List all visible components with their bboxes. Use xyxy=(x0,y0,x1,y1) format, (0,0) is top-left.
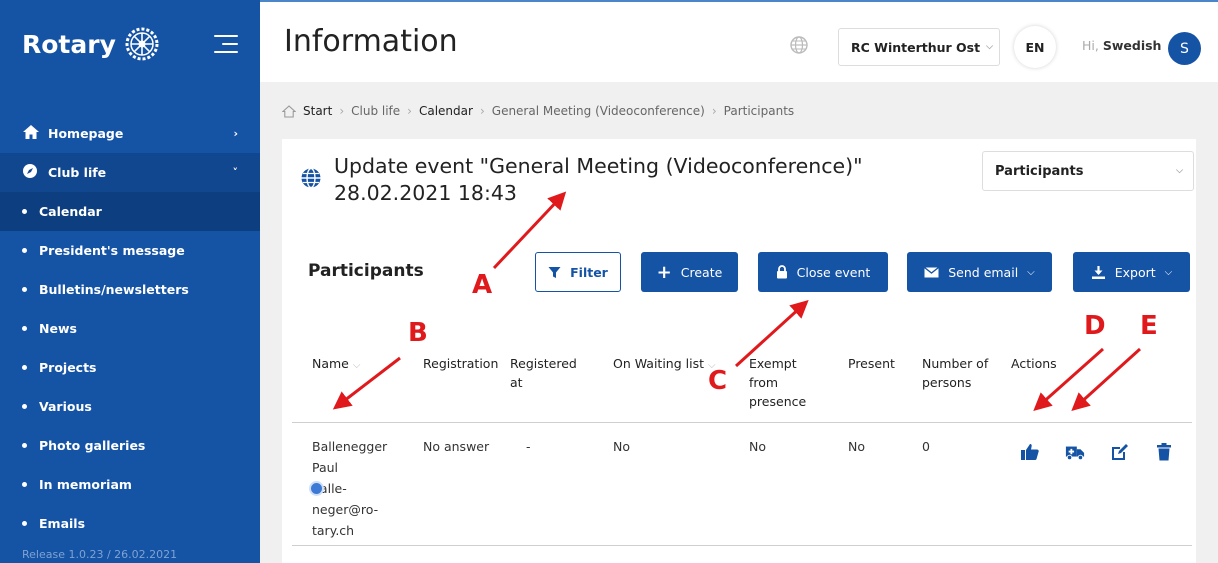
cell-persons: 0 xyxy=(922,439,930,454)
sidebar-item-homepage[interactable]: Homepage › xyxy=(0,114,260,153)
chevron-down-icon: ⌵ xyxy=(1164,266,1173,278)
sidebar-subitem-photo-galleries[interactable]: Photo galleries xyxy=(0,426,260,465)
participants-title: Participants xyxy=(308,261,424,281)
annotation-label-b: B xyxy=(408,318,428,348)
annotation-label-c: C xyxy=(708,366,728,396)
sidebar-subitem-projects[interactable]: Projects xyxy=(0,348,260,387)
language-button[interactable]: EN xyxy=(1014,26,1056,68)
annotation-label-d: D xyxy=(1084,311,1106,341)
club-select[interactable]: RC Winterthur Ost ⌵ xyxy=(838,28,1000,66)
main-content: Start › Club life › Calendar › General M… xyxy=(260,82,1218,563)
top-bar: Information RC Winterthur Ost ⌵ EN Hi, S… xyxy=(260,0,1218,82)
cell-waiting: No xyxy=(613,439,630,454)
column-header-actions: Actions xyxy=(1011,356,1057,371)
sidebar-subitem-calendar[interactable]: Calendar xyxy=(0,192,260,231)
breadcrumb-calendar[interactable]: Calendar xyxy=(419,104,473,118)
close-event-button[interactable]: Close event xyxy=(758,252,888,292)
breadcrumb: Start › Club life › Calendar › General M… xyxy=(282,104,794,118)
sidebar-item-label: Club life xyxy=(48,165,107,180)
create-button[interactable]: + Create xyxy=(641,252,738,292)
cell-registration: No answer xyxy=(423,439,490,454)
globe-icon xyxy=(790,36,808,54)
rotary-wheel-icon xyxy=(125,27,159,61)
sidebar-subitem-presidents-message[interactable]: President's message xyxy=(0,231,260,270)
breadcrumb-event[interactable]: General Meeting (Videoconference) xyxy=(492,104,705,118)
column-header-registered-at: Registered at xyxy=(510,356,577,390)
event-card: Update event "General Meeting (Videoconf… xyxy=(282,139,1196,563)
column-header-name[interactable]: Name ⌵ xyxy=(312,354,360,375)
annotation-label-e: E xyxy=(1140,311,1158,341)
sidebar-subitem-news[interactable]: News xyxy=(0,309,260,348)
home-icon xyxy=(22,124,42,144)
chevron-down-icon: ⌵ xyxy=(1176,166,1183,176)
home-outline-icon[interactable] xyxy=(282,104,296,118)
plus-icon: + xyxy=(656,261,672,283)
envelope-icon xyxy=(924,266,940,277)
download-icon xyxy=(1091,265,1105,279)
chevron-right-icon: › xyxy=(233,127,238,140)
rotary-logo[interactable]: Rotary xyxy=(22,24,162,64)
filter-icon xyxy=(548,266,561,278)
menu-toggle-icon[interactable] xyxy=(210,33,238,55)
chevron-down-icon: ⌵ xyxy=(1027,266,1035,278)
sidebar-subitem-emails[interactable]: Emails xyxy=(0,504,260,543)
globe-icon xyxy=(301,167,321,189)
annotation-label-a: A xyxy=(472,270,493,300)
user-greeting: Hi, Swedish xyxy=(1082,38,1162,53)
logo-text: Rotary xyxy=(22,29,116,59)
column-header-exempt: Exempt from presence xyxy=(749,356,807,409)
email-dot-icon[interactable] xyxy=(309,481,324,496)
sidebar: Rotary Homepage › Club life ˅ Calendar P… xyxy=(0,0,260,563)
chevron-down-icon: ˅ xyxy=(232,166,239,179)
filter-button[interactable]: Filter xyxy=(535,252,621,292)
trash-icon[interactable] xyxy=(1154,442,1174,462)
column-header-present: Present xyxy=(848,356,895,371)
lock-icon xyxy=(776,265,787,279)
header-divider xyxy=(292,422,1192,423)
compass-icon xyxy=(22,163,42,183)
avatar[interactable]: S xyxy=(1168,32,1201,65)
thumbs-up-icon[interactable] xyxy=(1020,442,1040,462)
column-header-persons: Number of persons xyxy=(922,356,989,390)
sidebar-header: Rotary xyxy=(0,0,260,88)
edit-icon[interactable] xyxy=(1110,442,1130,462)
sidebar-subitem-in-memoriam[interactable]: In memoriam xyxy=(0,465,260,504)
view-select[interactable]: Participants ⌵ xyxy=(982,151,1194,191)
sidebar-subitem-bulletins[interactable]: Bulletins/newsletters xyxy=(0,270,260,309)
column-header-registration: Registration xyxy=(423,356,499,371)
row-divider xyxy=(292,545,1192,546)
page-title: Information xyxy=(284,24,458,59)
sidebar-item-label: Homepage xyxy=(48,126,124,141)
cell-present: No xyxy=(848,439,865,454)
cell-exempt: No xyxy=(749,439,766,454)
release-info: Release 1.0.23 / 26.02.2021 xyxy=(22,548,178,561)
export-button[interactable]: Export ⌵ xyxy=(1073,252,1190,292)
sidebar-item-club-life[interactable]: Club life ˅ xyxy=(0,153,260,192)
breadcrumb-club-life[interactable]: Club life xyxy=(351,104,400,118)
breadcrumb-start[interactable]: Start xyxy=(303,104,332,118)
send-email-button[interactable]: Send email ⌵ xyxy=(907,252,1052,292)
sidebar-subitem-various[interactable]: Various xyxy=(0,387,260,426)
cell-name: Ballenegger Paul balle- neger@ro- tary.c… xyxy=(309,436,387,541)
ambulance-icon[interactable] xyxy=(1065,442,1085,462)
column-header-waiting-list[interactable]: On Waiting list ⌵ xyxy=(613,354,716,375)
cell-registered-at: - xyxy=(526,439,531,454)
breadcrumb-participants: Participants xyxy=(723,104,795,118)
chevron-down-icon: ⌵ xyxy=(986,42,993,52)
event-title: Update event "General Meeting (Videoconf… xyxy=(334,154,863,205)
